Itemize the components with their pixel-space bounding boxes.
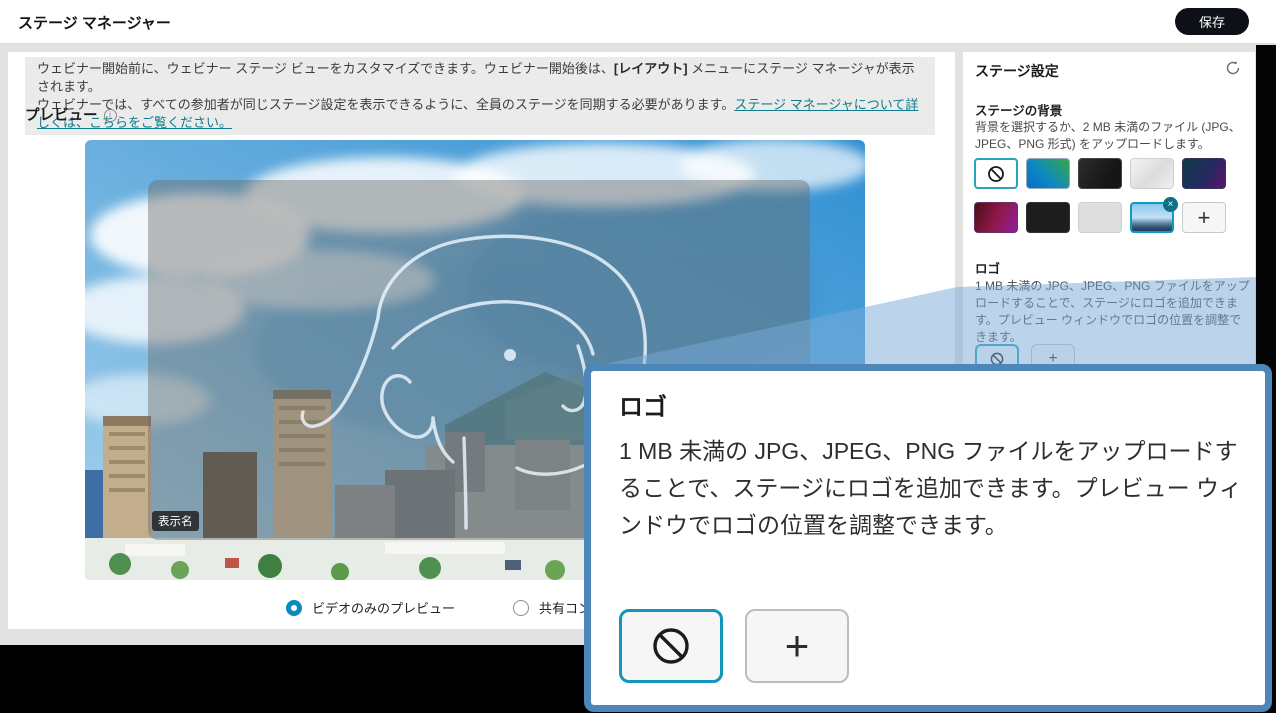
swatch-blue-green-gradient[interactable] — [1026, 158, 1070, 189]
info-icon[interactable]: i — [104, 109, 117, 122]
swatch-city-photo-selected[interactable]: × — [1130, 202, 1174, 233]
swatch-none[interactable] — [974, 158, 1018, 189]
swatch-dark-wave[interactable] — [1078, 158, 1122, 189]
popup-add-logo-button[interactable]: + — [745, 609, 849, 683]
background-swatch-row-2: × + — [974, 202, 1226, 233]
logo-heading: ロゴ — [975, 258, 1000, 277]
prohibition-icon — [649, 624, 693, 668]
popup-logo-heading: ロゴ — [619, 387, 667, 422]
stage-manager-screen: ステージ マネージャー 保存 ウェビナー開始前に、ウェビナー ステージ ビューを… — [0, 0, 1276, 713]
prohibition-icon — [986, 164, 1006, 184]
swatch-light-swirl[interactable] — [1130, 158, 1174, 189]
logo-description: 1 MB 未満の JPG、JPEG、PNG ファイルをアップロードすることで、ス… — [975, 278, 1253, 346]
stage-settings-title: ステージ設定 — [975, 61, 1059, 81]
swatch-black[interactable] — [1026, 202, 1070, 233]
banner-line1-pre: ウェビナー開始前に、ウェビナー ステージ ビューをカスタマイズできます。ウェビナ… — [37, 61, 614, 76]
banner-line2: ウェビナーでは、すべての参加者が同じステージ設定を表示できるように、全員のステー… — [37, 97, 734, 112]
preview-heading: プレビュー i — [25, 104, 117, 125]
banner-line1-bold: [レイアウト] — [614, 61, 688, 76]
save-button[interactable]: 保存 — [1175, 8, 1249, 35]
popup-no-logo-button[interactable] — [619, 609, 723, 683]
swatch-add-upload[interactable]: + — [1182, 202, 1226, 233]
radio-shared-content[interactable] — [513, 600, 529, 616]
popup-logo-buttons: + — [619, 609, 849, 683]
radio-video-only-label[interactable]: ビデオのみのプレビュー — [312, 598, 455, 617]
magnifier-popup: ロゴ 1 MB 未満の JPG、JPEG、PNG ファイルをアップロードすること… — [584, 364, 1272, 712]
info-banner: ウェビナー開始前に、ウェビナー ステージ ビューをカスタマイズできます。ウェビナ… — [25, 57, 935, 135]
page-header: ステージ マネージャー 保存 — [0, 0, 1276, 44]
remove-background-badge[interactable]: × — [1163, 197, 1178, 212]
refresh-icon[interactable] — [1225, 60, 1241, 76]
popup-logo-description: 1 MB 未満の JPG、JPEG、PNG ファイルをアップロードすることで、ス… — [619, 433, 1247, 544]
stage-background-heading: ステージの背景 — [975, 100, 1062, 119]
swatch-light-gray[interactable] — [1078, 202, 1122, 233]
swatch-teal-purple-gradient[interactable] — [1182, 158, 1226, 189]
radio-video-only[interactable] — [286, 600, 302, 616]
preview-heading-label: プレビュー — [25, 108, 98, 124]
swatch-magenta-gradient[interactable] — [974, 202, 1018, 233]
background-swatch-row-1 — [974, 158, 1226, 189]
page-title: ステージ マネージャー — [18, 12, 171, 33]
stage-background-description: 背景を選択するか、2 MB 未満のファイル (JPG、JPEG、PNG 形式) … — [975, 119, 1247, 153]
display-name-badge: 表示名 — [152, 511, 199, 531]
